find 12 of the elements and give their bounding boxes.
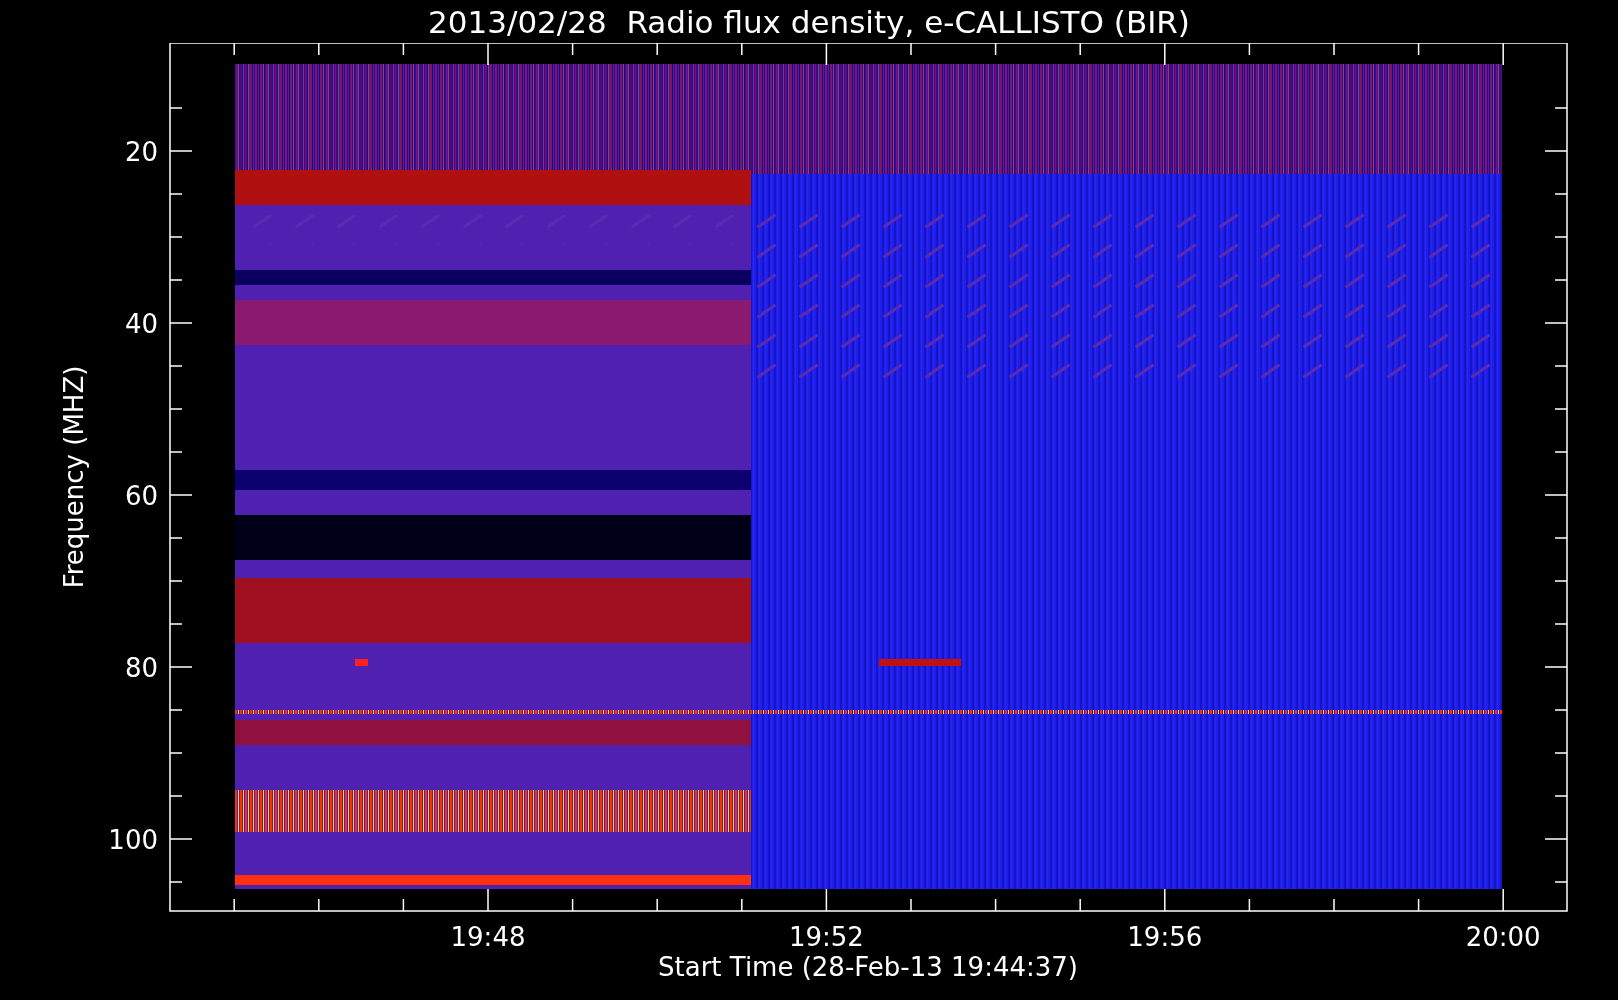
tick-label: 19:56 [1127,922,1203,952]
tick-label: 19:52 [788,922,864,952]
chart-title: 2013/02/28 Radio flux density, e-CALLISTO (BIR) [427,2,1191,42]
axis-label: Frequency (MHZ) [59,365,89,589]
axis-label: Start Time (28-Feb-13 19:44:37) [658,952,1078,982]
tick-label: 19:48 [450,922,526,952]
tick-label: 60 [124,481,158,511]
tick-label: 40 [124,309,158,339]
tick-label: 20:00 [1465,922,1541,952]
tick-label: 80 [124,653,158,683]
tick-label: 20 [124,137,158,167]
tick-label: 100 [108,825,158,855]
